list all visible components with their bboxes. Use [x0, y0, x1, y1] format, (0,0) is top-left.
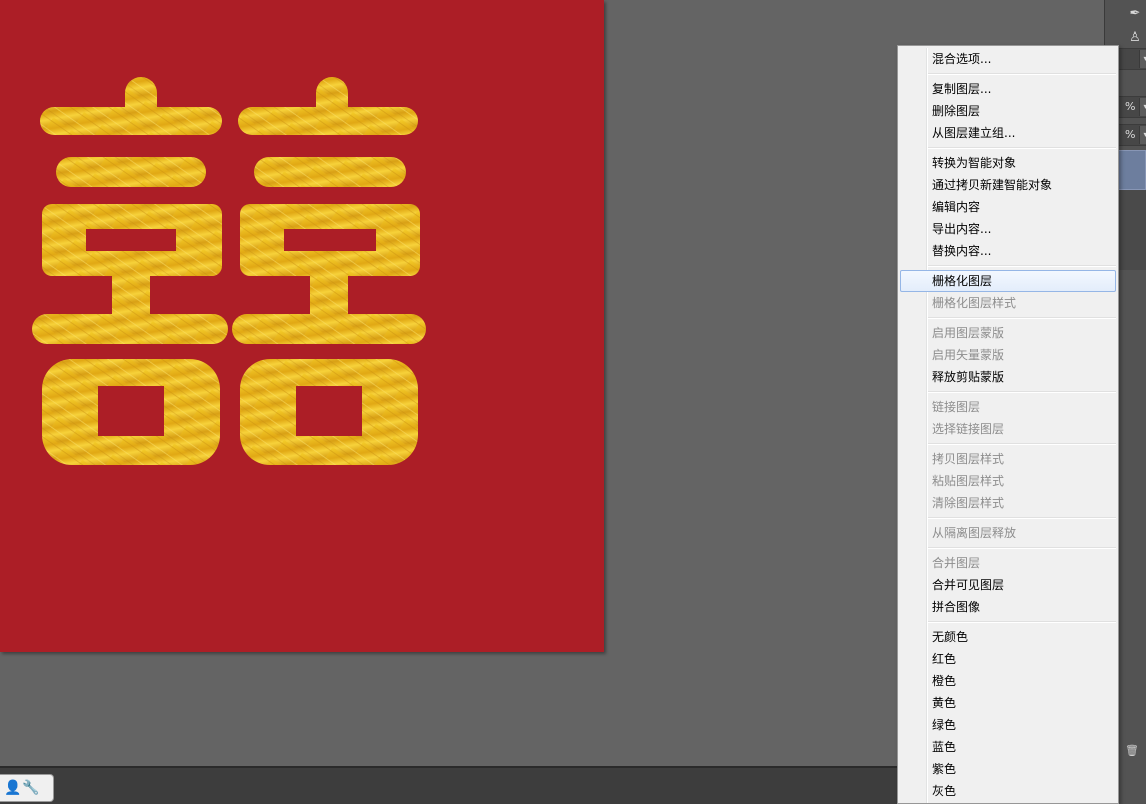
- stamp-icon[interactable]: ♙: [1123, 28, 1146, 48]
- opacity-percent: %: [1125, 100, 1136, 113]
- double-happiness-artwork: [32, 77, 426, 465]
- menu-separator: [928, 547, 1116, 549]
- menu-item: 粘贴图层样式: [932, 474, 1005, 488]
- menu-item[interactable]: 删除图层: [900, 100, 1116, 122]
- menu-item[interactable]: 红色: [900, 648, 1116, 670]
- menu-separator: [928, 517, 1116, 519]
- menu-item[interactable]: 转换为智能对象: [900, 152, 1116, 174]
- menu-item[interactable]: 栅格化图层: [900, 270, 1116, 292]
- menu-item[interactable]: 从图层建立组...: [900, 122, 1116, 144]
- menu-item: 启用图层蒙版: [932, 326, 1005, 340]
- layers-list[interactable]: [1118, 190, 1146, 270]
- menu-item[interactable]: 橙色: [900, 670, 1116, 692]
- menu-item: 拷贝图层样式: [932, 452, 1005, 466]
- menu-item[interactable]: 拼合图像: [900, 596, 1116, 618]
- menu-item[interactable]: 黄色: [900, 692, 1116, 714]
- menu-separator: [928, 265, 1116, 267]
- menu-item[interactable]: 无颜色: [900, 626, 1116, 648]
- menu-item[interactable]: 替换内容...: [900, 240, 1116, 262]
- menu-item[interactable]: 编辑内容: [900, 196, 1116, 218]
- menu-separator: [928, 147, 1116, 149]
- menu-item: 启用矢量蒙版: [932, 348, 1005, 362]
- menu-item[interactable]: 释放剪贴蒙版: [900, 366, 1116, 388]
- menu-item[interactable]: 紫色: [900, 758, 1116, 780]
- menu-item[interactable]: 灰色: [900, 780, 1116, 802]
- menu-item[interactable]: 通过拷贝新建智能对象: [900, 174, 1116, 196]
- fill-dropdown-icon[interactable]: ▾: [1139, 126, 1146, 144]
- menu-item: 选择链接图层: [932, 422, 1005, 436]
- menu-item: 合并图层: [932, 556, 981, 570]
- chevron-down-icon[interactable]: ▾: [1139, 50, 1146, 68]
- fill-row[interactable]: % ▾: [1117, 124, 1146, 146]
- trash-icon[interactable]: 🗑: [1118, 742, 1146, 760]
- layer-context-menu: 混合选项... 复制图层... 删除图层 从图层建立组... 转换为智能对象 通过拷贝新建…: [897, 45, 1119, 804]
- menu-item[interactable]: 导出内容...: [900, 218, 1116, 240]
- user-icon[interactable]: 👤: [4, 780, 21, 796]
- menu-item[interactable]: 合并可见图层: [900, 574, 1116, 596]
- fill-percent: %: [1125, 128, 1136, 141]
- menu-item[interactable]: 蓝色: [900, 736, 1116, 758]
- panel-options-row[interactable]: ▾: [1117, 48, 1146, 70]
- menu-item[interactable]: 混合选项...: [900, 48, 1116, 70]
- menu-item: 链接图层: [932, 400, 981, 414]
- menu-item: 清除图层样式: [932, 496, 1005, 510]
- menu-separator: [928, 621, 1116, 623]
- menu-item[interactable]: 复制图层...: [900, 78, 1116, 100]
- menu-item: 从隔离图层释放: [932, 526, 1017, 540]
- document-canvas[interactable]: [0, 0, 604, 652]
- brush-icon[interactable]: ✒: [1123, 4, 1146, 24]
- opacity-dropdown-icon[interactable]: ▾: [1139, 98, 1146, 116]
- selected-layer-row[interactable]: [1118, 150, 1146, 190]
- menu-separator: [928, 317, 1116, 319]
- menu-item[interactable]: 绿色: [900, 714, 1116, 736]
- menu-separator: [928, 391, 1116, 393]
- menu-item: 栅格化图层样式: [932, 296, 1017, 310]
- menu-separator: [928, 73, 1116, 75]
- status-widget[interactable]: 👤 🔧: [0, 774, 54, 802]
- wrench-icon[interactable]: 🔧: [22, 780, 39, 796]
- menu-separator: [928, 443, 1116, 445]
- opacity-row[interactable]: % ▾: [1117, 96, 1146, 118]
